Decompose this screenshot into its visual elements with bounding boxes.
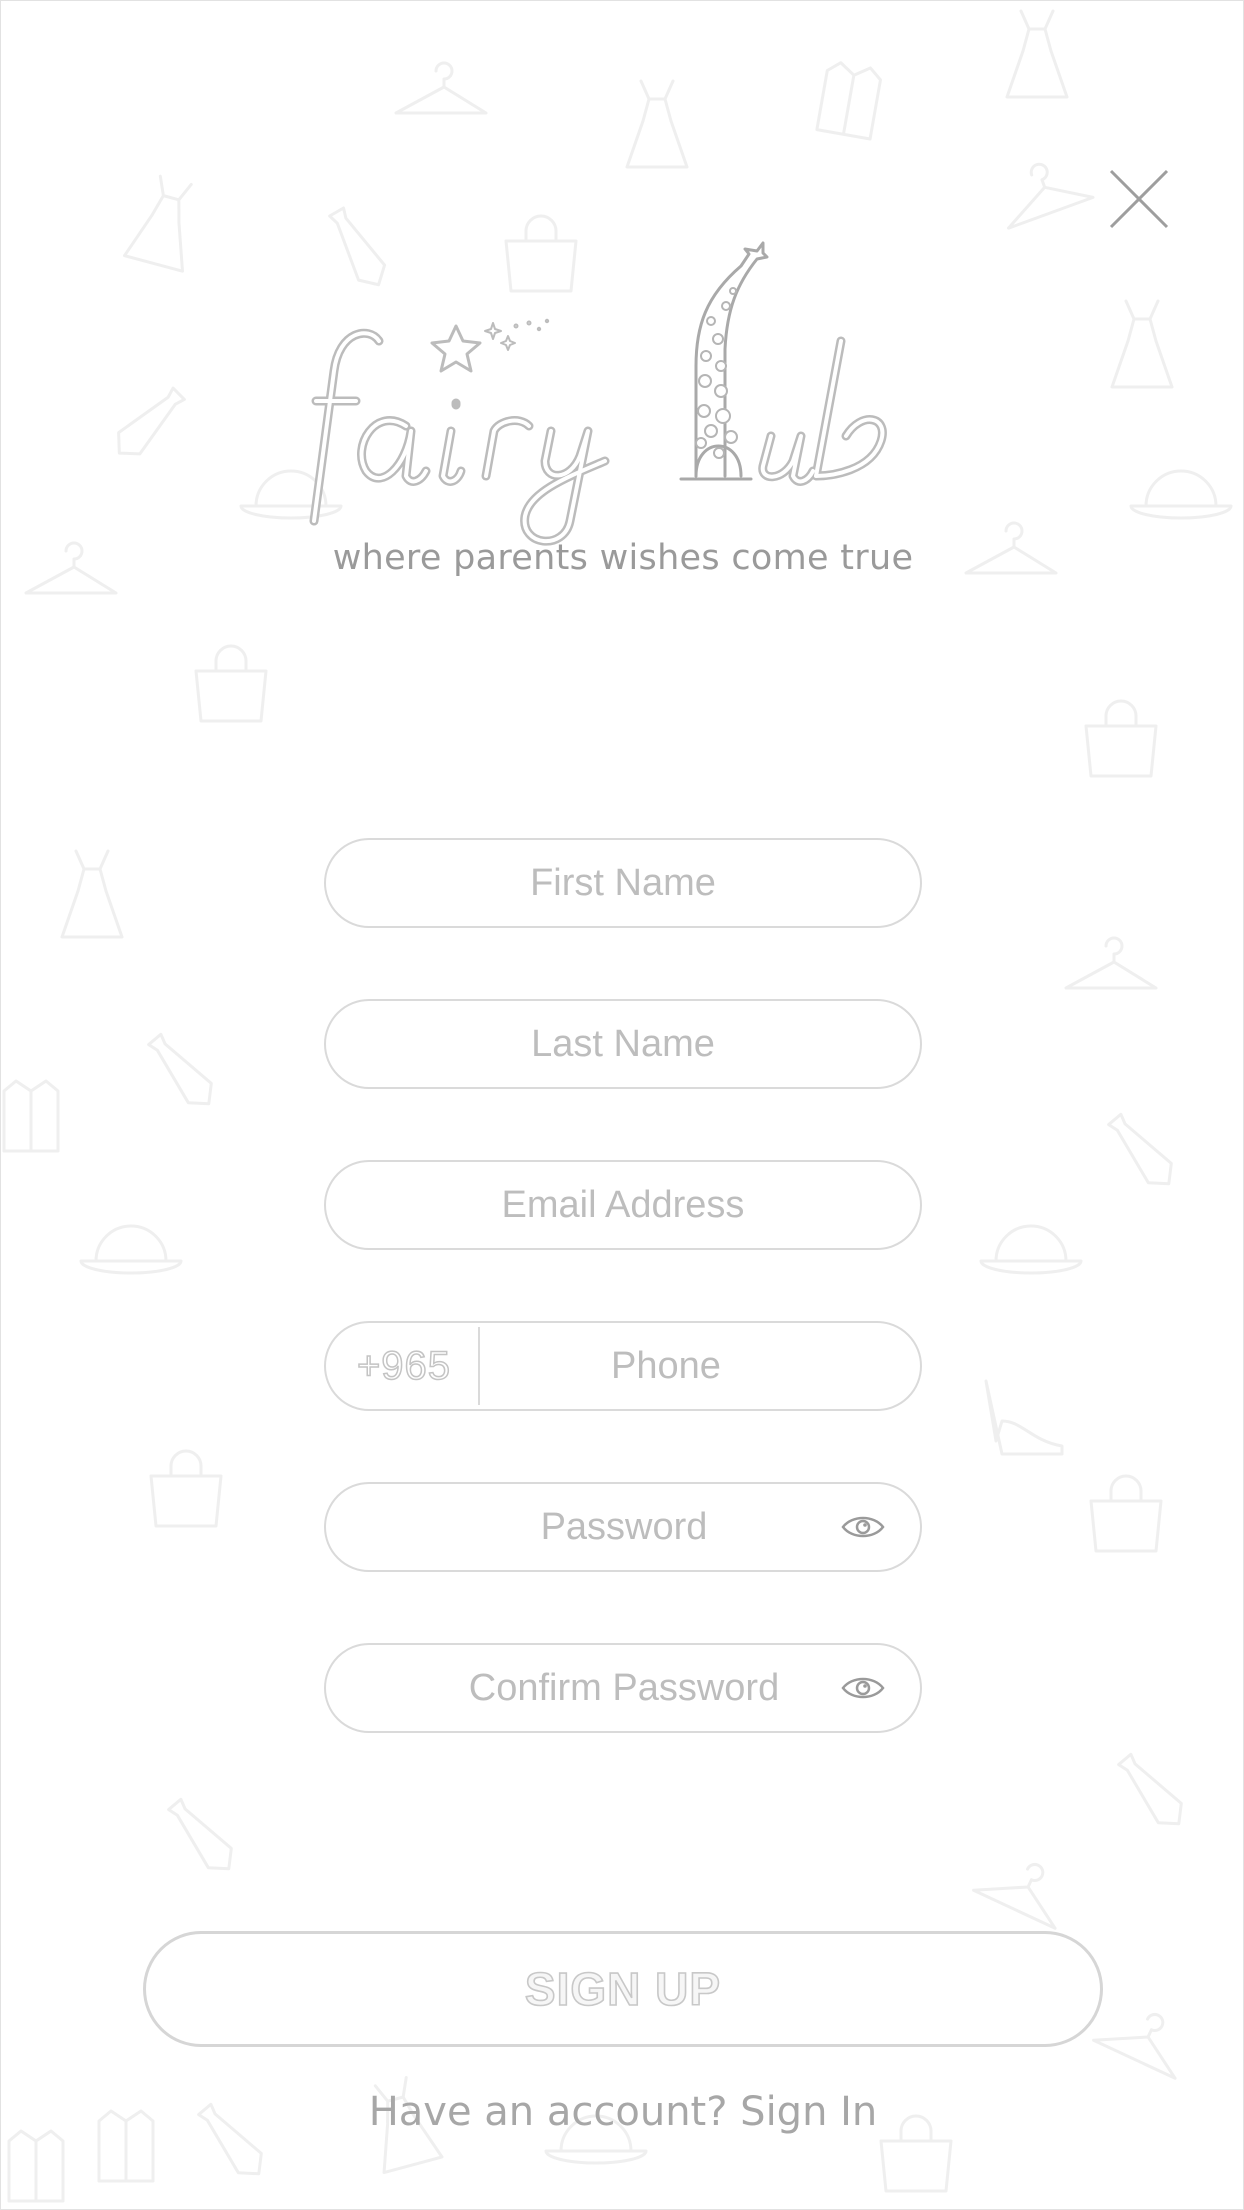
last-name-field xyxy=(324,999,922,1089)
email-field xyxy=(324,1160,922,1250)
first-name-input[interactable] xyxy=(326,840,920,926)
confirm-password-input[interactable] xyxy=(326,1645,920,1731)
close-icon[interactable] xyxy=(1101,161,1177,237)
fairyhub-logo xyxy=(309,241,887,546)
last-name-input[interactable] xyxy=(326,1001,920,1087)
sign-in-link[interactable]: Sign In xyxy=(740,2089,877,2135)
logo-tagline: where parents wishes come true xyxy=(332,538,914,578)
eye-icon[interactable] xyxy=(840,1512,886,1542)
password-input[interactable] xyxy=(326,1484,920,1570)
signup-screen: where parents wishes come true +965 SIGN… xyxy=(0,0,1244,2210)
have-account-text: Have an account? xyxy=(368,2089,741,2135)
confirm-password-field xyxy=(324,1643,922,1733)
email-input[interactable] xyxy=(326,1162,920,1248)
phone-field: +965 xyxy=(324,1321,922,1411)
country-code-selector[interactable]: +965 xyxy=(330,1327,480,1405)
eye-icon[interactable] xyxy=(840,1673,886,1703)
first-name-field xyxy=(324,838,922,928)
sign-up-button[interactable]: SIGN UP xyxy=(143,1931,1103,2047)
password-field xyxy=(324,1482,922,1572)
sign-in-prompt: Have an account? Sign In xyxy=(1,2089,1243,2135)
phone-input[interactable] xyxy=(480,1323,920,1409)
